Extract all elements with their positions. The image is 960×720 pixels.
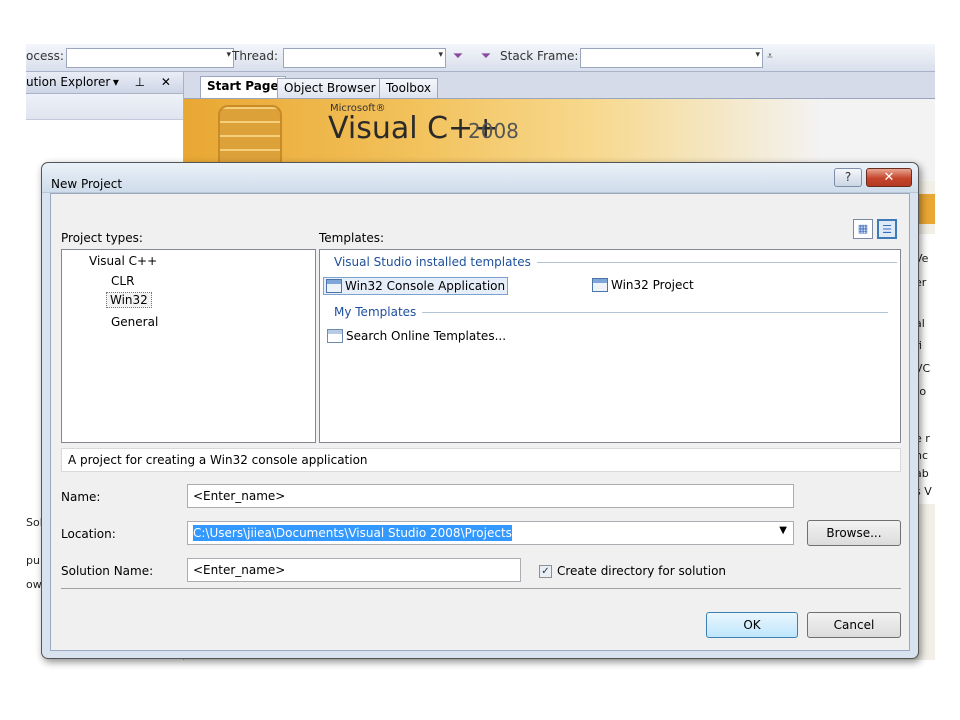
ok-button[interactable]: OK [706,612,798,638]
close-button[interactable]: ✕ [866,168,912,187]
create-directory-checkbox[interactable]: ✓ Create directory for solution [539,564,726,578]
tab-object-browser[interactable]: Object Browser [277,78,383,98]
my-templates-title: My Templates [334,305,417,319]
dialog-divider [61,588,901,589]
small-icons-view-icon[interactable]: ☰ [877,219,897,239]
templates-list: Visual Studio installed templates Win32 … [319,249,901,443]
console-application-icon [326,279,342,293]
solution-explorer-header: ution Explorer ▾ ⊥ ✕ [26,72,183,94]
chevron-down-icon: ▾ [755,50,760,60]
dialog-title: New Project [51,177,123,191]
debug-toolbar: ocess: ▾ Thread: ▾ ⏷ ⏷ Stack Frame: ▾ ⩡ [26,44,935,72]
solution-explorer-title: ution Explorer [26,75,111,89]
installed-templates-header: Visual Studio installed templates [334,255,897,269]
template-win32-console-application[interactable]: Win32 Console Application [323,277,509,295]
win32-project-icon [592,278,608,292]
peek-text: ow [26,578,42,591]
tab-toolbox[interactable]: Toolbox [379,78,438,98]
location-value: C:\Users\jiiea\Documents\Visual Studio 2… [193,525,512,541]
large-icons-view-icon[interactable]: ▦ [853,219,873,239]
tree-item-visual-cpp[interactable]: Visual C++ [86,254,160,268]
help-button[interactable]: ? [834,168,862,187]
name-input[interactable]: <Enter_name> [187,484,794,508]
pane-controls[interactable]: ▾ ⊥ ✕ [113,75,177,89]
peek-text: pu [26,554,40,567]
tab-start-page[interactable]: Start Page [200,76,286,98]
location-combo[interactable]: C:\Users\jiiea\Documents\Visual Studio 2… [187,521,794,545]
toggle-filter-icon[interactable]: ⏷ [478,49,494,65]
chevron-down-icon: ▾ [438,50,443,60]
stack-frame-label: Stack Frame: [500,49,579,63]
tree-item-win32[interactable]: Win32 [106,292,152,308]
my-templates-header: My Templates [334,305,889,319]
create-directory-label: Create directory for solution [557,564,727,578]
template-label: Win32 Project [611,278,694,292]
browse-button[interactable]: Browse... [807,520,901,546]
installed-templates-title: Visual Studio installed templates [334,255,531,269]
stack-frame-combo[interactable]: ▾ [580,48,763,68]
new-project-dialog: New Project ? ✕ Project types: Templates… [41,162,919,659]
tree-item-general[interactable]: General [108,315,161,329]
thread-combo[interactable]: ▾ [283,48,446,68]
search-online-icon [327,329,343,343]
location-label: Location: [61,527,116,541]
toolbar-overflow-icon[interactable]: ⩡ [762,49,778,65]
document-tabs: Start Page Object Browser Toolbox [192,76,935,98]
name-label: Name: [61,490,101,504]
chevron-down-icon[interactable]: ▼ [779,525,787,536]
chevron-down-icon: ▾ [226,50,231,60]
templates-label: Templates: [319,231,385,245]
checkmark-icon: ✓ [539,564,552,578]
solution-name-label: Solution Name: [61,564,154,578]
template-label: Win32 Console Application [345,279,506,293]
process-label: ocess: [26,49,64,63]
group-divider [422,311,889,313]
brand-year: 2008 [468,119,519,143]
cancel-button[interactable]: Cancel [807,612,901,638]
solution-name-input[interactable]: <Enter_name> [187,558,521,582]
filter-icon[interactable]: ⏷ [450,49,466,65]
template-search-online[interactable]: Search Online Templates... [325,328,508,344]
solution-explorer-toolbar [26,94,183,120]
thread-label: Thread: [232,49,279,63]
template-label: Search Online Templates... [346,329,507,343]
process-combo[interactable]: ▾ [66,48,234,68]
template-description: A project for creating a Win32 console a… [61,448,901,472]
project-types-label: Project types: [61,231,143,245]
dialog-title-bar[interactable]: New Project ? ✕ [42,163,918,193]
dialog-body: Project types: Templates: ▦ ☰ Visual C++… [50,193,910,651]
template-win32-project[interactable]: Win32 Project [590,277,696,293]
project-types-tree: Visual C++ CLR Win32 General [61,249,316,443]
group-divider [536,261,897,263]
tree-item-clr[interactable]: CLR [108,274,137,288]
